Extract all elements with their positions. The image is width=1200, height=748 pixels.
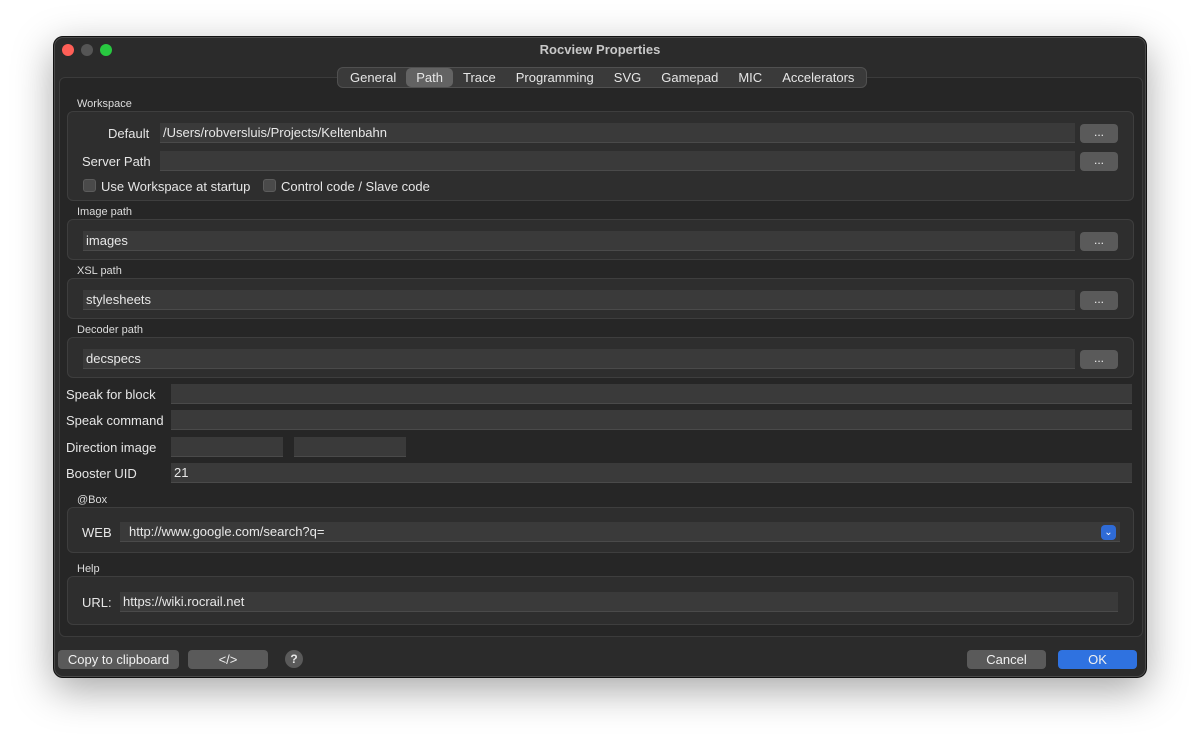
- window-title: Rocview Properties: [539, 42, 661, 57]
- copy-to-clipboard-button[interactable]: Copy to clipboard: [58, 650, 179, 669]
- decoder-path-group: decspecs ...: [67, 337, 1134, 378]
- decoder-path-group-label: Decoder path: [77, 324, 144, 336]
- default-label: Default: [108, 126, 150, 141]
- direction-image-label: Direction image: [66, 440, 157, 455]
- ok-button[interactable]: OK: [1058, 650, 1137, 669]
- help-group: URL: https://wiki.rocrail.net: [67, 576, 1134, 625]
- speak-for-block-label: Speak for block: [66, 387, 156, 402]
- image-path-group: images ...: [67, 219, 1134, 260]
- tab-accelerators[interactable]: Accelerators: [772, 68, 864, 87]
- xsl-path-browse-button[interactable]: ...: [1080, 291, 1118, 310]
- workspace-group: Default /Users/robversluis/Projects/Kelt…: [67, 111, 1134, 201]
- workspace-group-label: Workspace: [77, 98, 132, 110]
- use-workspace-label: Use Workspace at startup: [101, 179, 251, 194]
- direction-image-input-2[interactable]: [294, 437, 406, 457]
- server-path-browse-button[interactable]: ...: [1080, 152, 1118, 171]
- code-button[interactable]: </>: [188, 650, 268, 669]
- web-select[interactable]: http://www.google.com/search?q=: [120, 522, 1120, 542]
- tab-svg[interactable]: SVG: [604, 68, 651, 87]
- control-code-label: Control code / Slave code: [281, 179, 430, 194]
- control-code-checkbox[interactable]: [263, 179, 276, 192]
- server-path-input[interactable]: [160, 151, 1075, 171]
- xsl-path-group-label: XSL path: [77, 265, 122, 277]
- speak-for-block-input[interactable]: [171, 384, 1132, 404]
- box-group-label: @Box: [77, 494, 108, 506]
- booster-uid-label: Booster UID: [66, 466, 137, 481]
- server-path-label: Server Path: [82, 154, 151, 169]
- path-panel: Workspace Default /Users/robversluis/Pro…: [59, 77, 1143, 637]
- tab-programming[interactable]: Programming: [506, 68, 604, 87]
- help-group-label: Help: [77, 563, 100, 575]
- decoder-path-browse-button[interactable]: ...: [1080, 350, 1118, 369]
- decoder-path-input[interactable]: decspecs: [83, 349, 1075, 369]
- box-group: WEB http://www.google.com/search?q= ⌄: [67, 507, 1134, 553]
- tab-gamepad[interactable]: Gamepad: [651, 68, 728, 87]
- tab-general[interactable]: General: [340, 68, 406, 87]
- image-path-input[interactable]: images: [83, 231, 1075, 251]
- web-label: WEB: [82, 525, 112, 540]
- xsl-path-input[interactable]: stylesheets: [83, 290, 1075, 310]
- cancel-button[interactable]: Cancel: [967, 650, 1046, 669]
- help-button[interactable]: ?: [285, 650, 303, 668]
- speak-command-label: Speak command: [66, 413, 164, 428]
- tab-mic[interactable]: MIC: [728, 68, 772, 87]
- chevron-down-icon[interactable]: ⌄: [1101, 525, 1116, 540]
- tab-path[interactable]: Path: [406, 68, 453, 87]
- direction-image-input-1[interactable]: [171, 437, 283, 457]
- help-url-input[interactable]: https://wiki.rocrail.net: [120, 592, 1118, 612]
- default-browse-button[interactable]: ...: [1080, 124, 1118, 143]
- url-label: URL:: [82, 595, 112, 610]
- default-workspace-input[interactable]: /Users/robversluis/Projects/Keltenbahn: [160, 123, 1075, 143]
- tab-bar: General Path Trace Programming SVG Gamep…: [337, 67, 868, 88]
- image-path-group-label: Image path: [77, 206, 133, 218]
- use-workspace-checkbox[interactable]: [83, 179, 96, 192]
- tab-trace[interactable]: Trace: [453, 68, 506, 87]
- properties-window: Rocview Properties General Path Trace Pr…: [53, 36, 1147, 678]
- xsl-path-group: stylesheets ...: [67, 278, 1134, 319]
- image-path-browse-button[interactable]: ...: [1080, 232, 1118, 251]
- booster-uid-input[interactable]: 21: [171, 463, 1132, 483]
- speak-command-input[interactable]: [171, 410, 1132, 430]
